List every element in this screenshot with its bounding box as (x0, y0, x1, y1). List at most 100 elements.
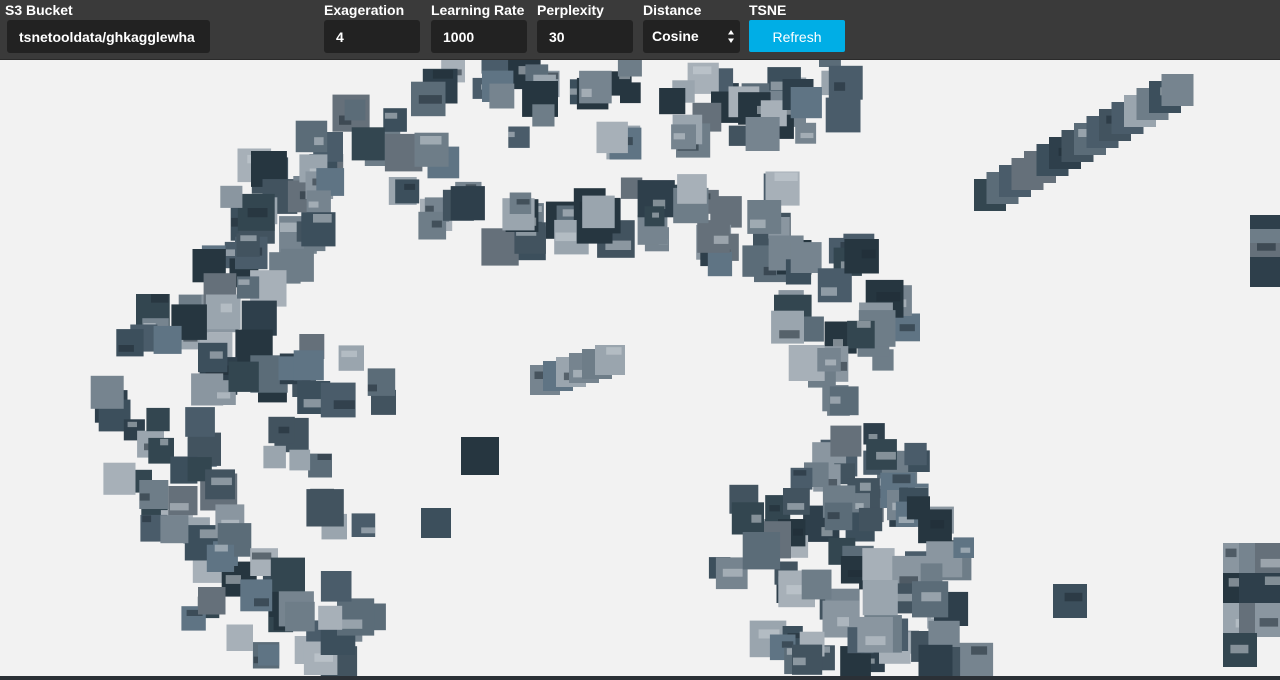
image-thumbnail[interactable] (489, 83, 515, 109)
image-thumbnail[interactable] (617, 60, 642, 77)
learning-rate-input[interactable] (431, 20, 527, 53)
image-thumbnail[interactable] (320, 571, 352, 602)
exaggeration-label: Exageration (324, 2, 405, 18)
tsne-plot-area[interactable] (0, 60, 1280, 676)
thumbnail-detail (317, 454, 332, 460)
image-thumbnail[interactable] (367, 368, 396, 396)
image-thumbnail[interactable] (677, 174, 707, 204)
thumbnail-detail (384, 112, 398, 119)
image-thumbnail[interactable] (226, 624, 254, 652)
thumbnail-detail (211, 477, 232, 486)
image-thumbnail[interactable] (858, 507, 883, 532)
distance-select[interactable]: Cosine (643, 20, 740, 53)
image-thumbnail[interactable] (306, 489, 344, 527)
image-thumbnail[interactable] (747, 200, 782, 234)
s3-bucket-input[interactable] (7, 20, 210, 53)
image-thumbnail[interactable] (825, 97, 861, 133)
image-thumbnail[interactable] (220, 185, 243, 208)
refresh-button[interactable]: Refresh (749, 20, 845, 52)
bottom-strip (0, 676, 1280, 680)
image-thumbnail[interactable] (582, 195, 615, 229)
image-thumbnail[interactable] (258, 644, 280, 666)
image-thumbnail[interactable] (596, 121, 628, 154)
thumbnail-detail (793, 470, 807, 476)
image-thumbnail[interactable] (337, 598, 375, 636)
exaggeration-input[interactable] (324, 20, 420, 53)
image-thumbnail[interactable] (421, 508, 451, 538)
image-thumbnail[interactable] (801, 569, 832, 600)
image-thumbnail[interactable] (198, 587, 226, 615)
image-thumbnail[interactable] (461, 437, 499, 475)
image-thumbnail[interactable] (828, 65, 863, 100)
image-thumbnail[interactable] (790, 242, 822, 273)
image-thumbnail[interactable] (771, 310, 804, 344)
image-thumbnail[interactable] (1161, 74, 1194, 106)
image-thumbnail[interactable] (160, 515, 189, 544)
image-thumbnail[interactable] (90, 375, 124, 409)
thumbnail-detail (868, 434, 878, 440)
thumbnail-detail (1225, 548, 1237, 558)
image-thumbnail[interactable] (830, 425, 862, 457)
image-thumbnail[interactable] (289, 449, 311, 471)
thumbnail-detail (787, 503, 805, 510)
thumbnail-detail (921, 592, 942, 602)
image-thumbnail[interactable] (103, 462, 136, 495)
image-thumbnail[interactable] (116, 329, 144, 357)
image-thumbnail[interactable] (862, 548, 895, 581)
image-thumbnail[interactable] (707, 251, 733, 277)
image-thumbnail[interactable] (153, 325, 182, 354)
image-thumbnail[interactable] (918, 644, 953, 676)
image-thumbnail[interactable] (579, 70, 612, 104)
thumbnail-detail (774, 172, 798, 181)
image-thumbnail[interactable] (270, 557, 305, 592)
image-thumbnail[interactable] (1250, 257, 1280, 287)
thumbnail-detail (722, 568, 743, 577)
image-thumbnail[interactable] (285, 601, 315, 632)
image-thumbnail[interactable] (146, 407, 170, 432)
thumbnail-detail (139, 493, 150, 501)
image-thumbnail[interactable] (745, 117, 780, 151)
image-thumbnail[interactable] (185, 407, 215, 437)
thumbnail-detail (673, 133, 685, 140)
image-thumbnail[interactable] (857, 616, 893, 653)
image-thumbnail[interactable] (168, 486, 198, 516)
image-thumbnail[interactable] (906, 496, 930, 520)
image-thumbnail[interactable] (293, 350, 324, 381)
thumbnail-detail (1230, 644, 1249, 654)
image-thumbnail[interactable] (481, 228, 519, 266)
thumbnail-detail (830, 396, 841, 404)
s3-bucket-label: S3 Bucket (5, 2, 73, 18)
image-thumbnail[interactable] (620, 82, 641, 104)
image-thumbnail[interactable] (450, 186, 485, 221)
image-thumbnail[interactable] (790, 87, 822, 119)
perplexity-input[interactable] (537, 20, 633, 53)
image-thumbnail[interactable] (338, 345, 364, 371)
image-thumbnail[interactable] (295, 120, 328, 153)
image-thumbnail[interactable] (263, 445, 286, 469)
image-thumbnail[interactable] (240, 579, 273, 612)
thumbnail-detail (859, 482, 871, 491)
image-thumbnail[interactable] (904, 442, 927, 466)
image-thumbnail[interactable] (783, 488, 810, 515)
thumbnail-detail (431, 220, 442, 228)
image-thumbnail[interactable] (344, 99, 366, 121)
image-thumbnail[interactable] (320, 382, 356, 418)
image-thumbnail[interactable] (395, 179, 420, 204)
thumbnail-detail (314, 137, 324, 146)
image-thumbnail[interactable] (318, 605, 343, 630)
image-thumbnail[interactable] (659, 88, 686, 115)
thumbnail-detail (930, 520, 945, 529)
image-thumbnail[interactable] (351, 513, 376, 537)
image-thumbnail[interactable] (742, 532, 781, 570)
image-thumbnail[interactable] (508, 126, 530, 148)
thumbnail-detail (341, 350, 357, 358)
tsne-thumbnail-plot[interactable] (0, 60, 1280, 676)
image-thumbnail[interactable] (532, 104, 555, 127)
image-thumbnail[interactable] (862, 580, 898, 616)
image-thumbnail[interactable] (351, 127, 385, 161)
thumbnail-detail (404, 183, 416, 190)
thumbnail-detail (508, 131, 515, 138)
select-arrows-icon (728, 30, 734, 43)
image-thumbnail[interactable] (228, 361, 259, 392)
image-thumbnail[interactable] (383, 108, 407, 132)
